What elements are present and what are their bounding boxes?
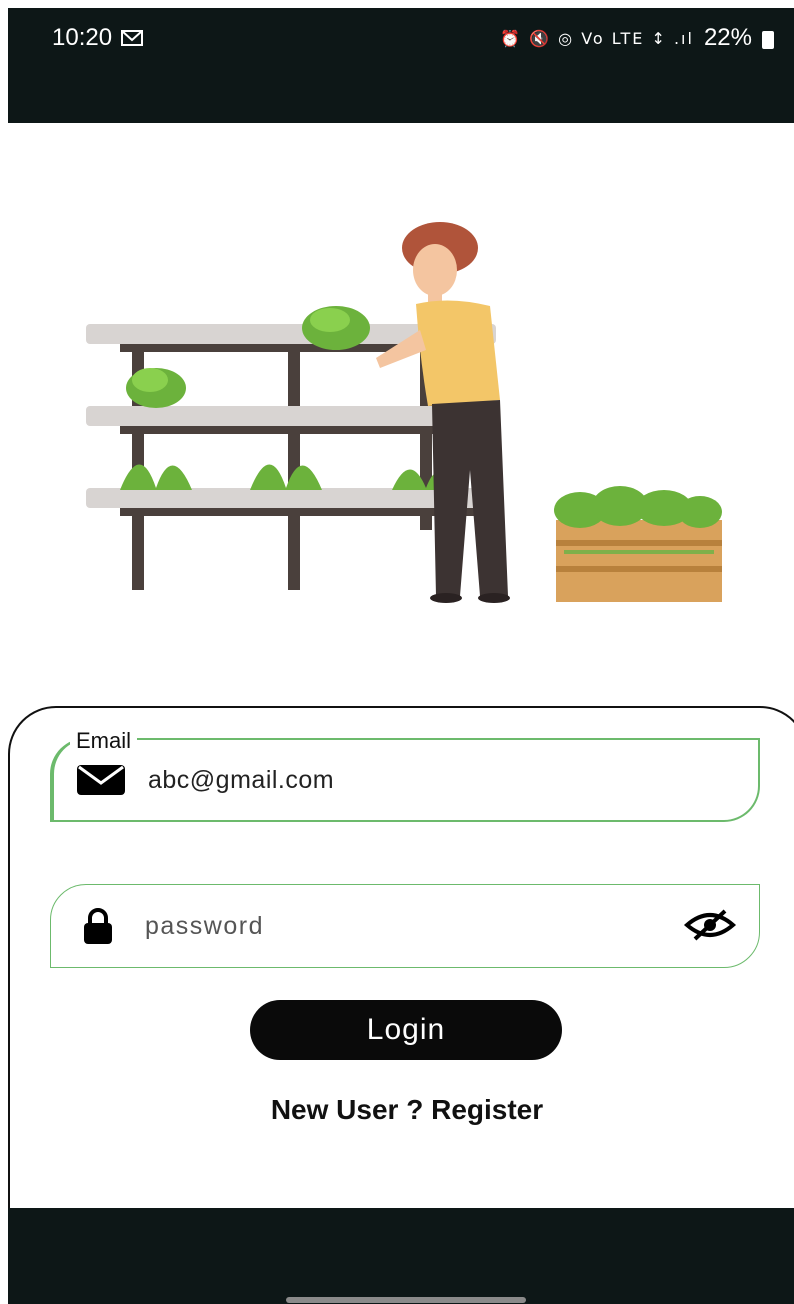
status-bar: 10:20 ⏰ 🔇 ◎ Vo LTE ↕ .ıl 22%	[8, 8, 794, 123]
status-time-group: 10:20	[52, 24, 144, 52]
navigation-bar	[8, 1208, 794, 1304]
hydroponic-farming-illustration	[86, 222, 722, 603]
login-button[interactable]: Login	[250, 1000, 562, 1060]
envelope-icon	[76, 765, 126, 795]
lock-icon	[73, 908, 123, 944]
password-placeholder: password	[145, 911, 264, 940]
battery-icon	[762, 31, 774, 49]
email-value: abc@gmail.com	[148, 765, 335, 794]
status-indicator-icons: ⏰ 🔇 ◎ Vo LTE ↕ .ıl	[500, 28, 694, 48]
home-indicator[interactable]	[286, 1297, 526, 1303]
status-right: ⏰ 🔇 ◎ Vo LTE ↕ .ıl 22%	[500, 24, 774, 52]
eye-off-icon[interactable]	[683, 909, 737, 946]
battery-percent: 22%	[703, 24, 752, 51]
gmail-icon	[121, 30, 144, 46]
register-link[interactable]: New User ? Register	[0, 1094, 794, 1126]
status-time: 10:20	[52, 24, 113, 51]
email-field[interactable]: abc@gmail.com	[50, 738, 760, 822]
password-field[interactable]: password	[50, 884, 760, 968]
email-label: Email	[70, 728, 138, 754]
